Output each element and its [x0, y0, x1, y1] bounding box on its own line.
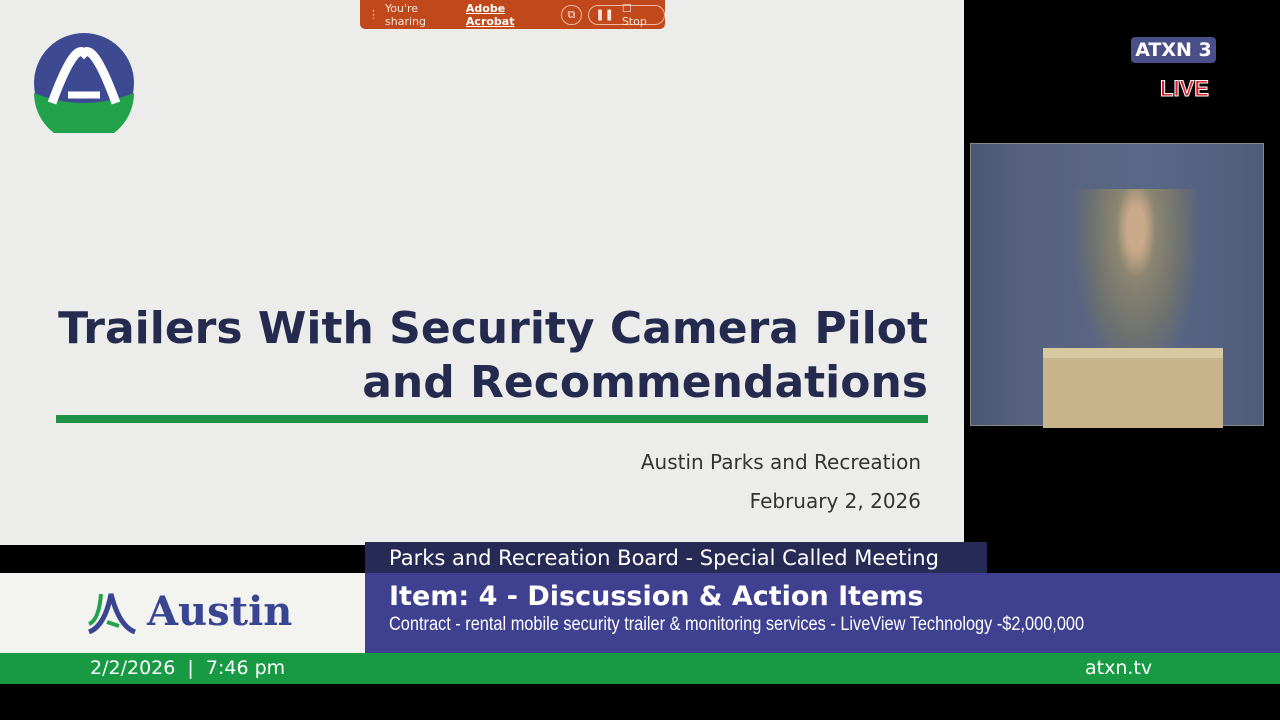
- title-divider: [56, 415, 928, 423]
- title-line-1: Trailers With Security Camera Pilot: [58, 303, 928, 354]
- austin-mark-icon: [87, 592, 137, 634]
- channel-badge: ATXN 3: [1131, 37, 1216, 63]
- info-bar: 2/2/2026 | 7:46 pm atxn.tv: [0, 653, 1280, 684]
- switch-window-button[interactable]: ⧉: [560, 4, 583, 25]
- austin-logo-icon: [34, 33, 134, 133]
- site-url: atxn.tv: [1085, 657, 1153, 679]
- shared-app-link[interactable]: Adobe Acrobat: [466, 2, 555, 28]
- screen-share-bar: ⋮ You're sharing Adobe Acrobat ⧉ ❚❚ ☐ Sto…: [360, 0, 665, 29]
- pause-button[interactable]: ❚❚: [595, 8, 613, 21]
- speaker-video: [970, 143, 1264, 428]
- item-description: Contract - rental mobile security traile…: [389, 614, 1085, 635]
- datetime: 2/2/2026 | 7:46 pm: [90, 657, 286, 679]
- live-indicator: LIVE: [1160, 76, 1210, 102]
- brand-name: Austin: [147, 588, 293, 635]
- slide-date: February 2, 2026: [749, 489, 921, 513]
- item-heading: Item: 4 - Discussion & Action Items: [389, 581, 924, 612]
- presentation-slide: Trailers With Security Camera Pilot and …: [0, 0, 964, 545]
- meeting-title: Parks and Recreation Board - Special Cal…: [365, 542, 987, 574]
- austin-brand: Austin: [85, 588, 292, 635]
- drag-handle-icon[interactable]: ⋮: [368, 8, 379, 21]
- title-line-2: and Recommendations: [362, 357, 928, 408]
- sharing-text: You're sharing: [385, 1, 426, 28]
- slide-org: Austin Parks and Recreation: [640, 450, 921, 474]
- podium: [1043, 348, 1223, 428]
- agenda-item: Item: 4 - Discussion & Action Items Cont…: [365, 573, 1280, 653]
- slide-title: Trailers With Security Camera Pilot and …: [28, 302, 928, 410]
- stop-button[interactable]: ☐ Stop: [622, 2, 658, 28]
